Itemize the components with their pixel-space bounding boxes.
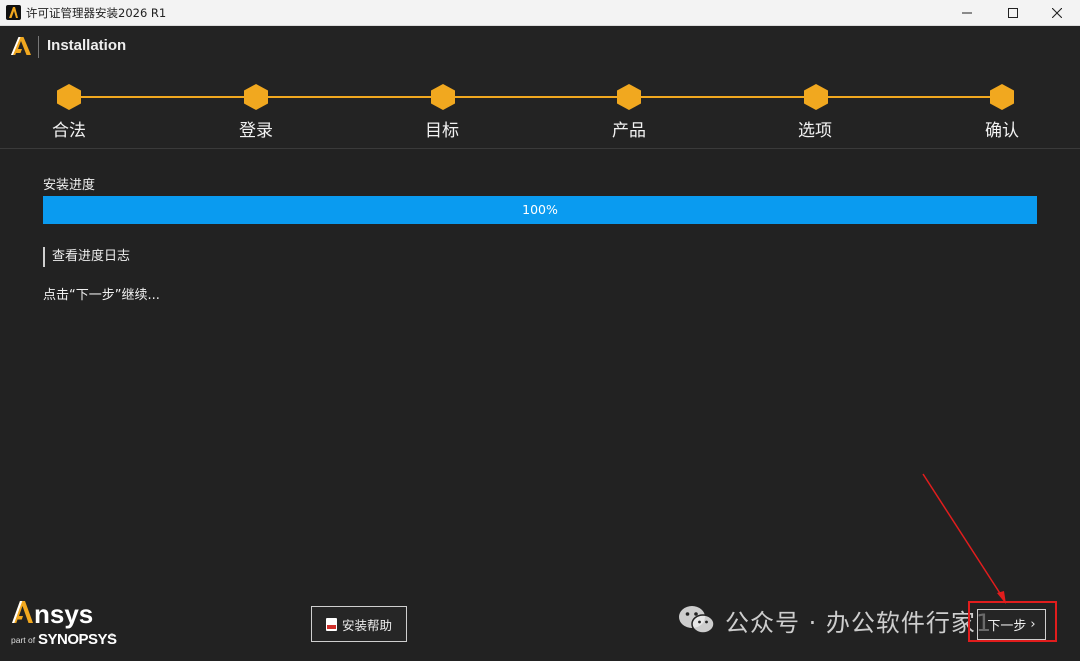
step-marker [616,83,642,111]
wechat-icon [677,604,717,636]
step-marker [243,83,269,111]
step-progress-line [69,96,1002,98]
continue-hint: 点击“下一步”继续... [43,288,160,303]
installation-help-button[interactable]: 安装帮助 [311,606,407,642]
step-marker [803,83,829,111]
view-progress-log-link[interactable]: 查看进度日志 [43,247,130,267]
maximize-button[interactable] [990,0,1036,26]
progress-label: 安装进度 [43,178,96,193]
step-label-login: 登录 [239,121,273,141]
svg-text:SYNOPSYS: SYNOPSYS [38,631,117,648]
installer-header: Installation 合法 登录 目标 产品 选项 确认 [0,26,1080,148]
next-button[interactable]: 下一步 › [977,609,1046,640]
minimize-button[interactable] [944,0,990,26]
svg-text:part of: part of [11,635,36,645]
step-marker [430,83,456,111]
next-button-label: 下一步 [987,619,1027,634]
window-titlebar: 许可证管理器安装2026 R1 [0,0,1080,26]
progress-bar: 100% [43,196,1037,224]
step-marker [989,83,1015,111]
annotation-arrow-icon [922,473,1006,604]
progress-percent: 100% [522,202,558,217]
step-label-products: 产品 [612,121,646,141]
step-label-legal: 合法 [52,121,86,141]
app-logo-icon [6,5,21,20]
close-button[interactable] [1034,0,1080,26]
chevron-right-icon: › [1030,617,1036,632]
pdf-icon [325,617,337,631]
header-divider [38,36,39,58]
step-label-target: 目标 [425,121,459,141]
help-button-label: 安装帮助 [341,617,392,633]
svg-text:®: ® [110,632,114,639]
ansys-a-logo-icon [10,36,32,60]
header-title: Installation [47,37,127,54]
window-title: 许可证管理器安装2026 R1 [26,6,167,20]
step-marker [56,83,82,111]
step-label-options: 选项 [798,121,832,141]
step-label-confirm: 确认 [985,121,1019,141]
ansys-synopsys-logo: nsys part of SYNOPSYS ® [10,597,120,655]
svg-text:nsys: nsys [34,599,93,629]
